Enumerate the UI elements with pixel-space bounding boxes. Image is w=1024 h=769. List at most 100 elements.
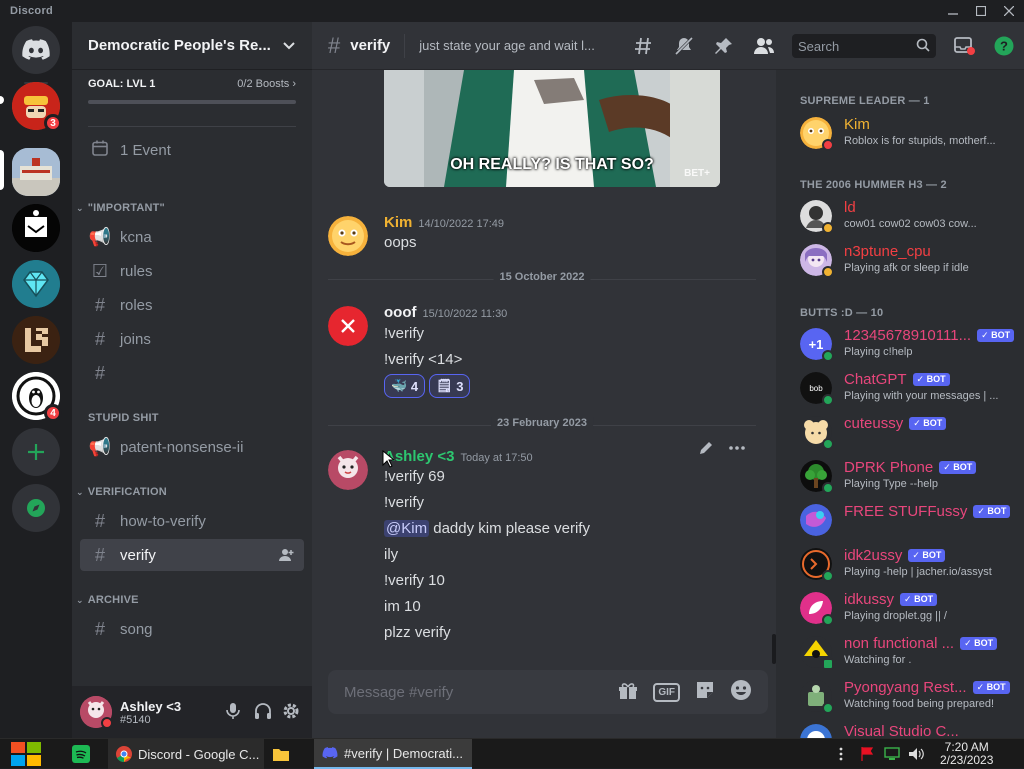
server-icon[interactable]: 3 xyxy=(12,82,62,132)
member-item[interactable]: bob ChatGPT ✓ BOT Playing with your messa… xyxy=(800,366,1020,410)
svg-text:bob: bob xyxy=(809,384,823,393)
chevron-down-icon: ⌄ xyxy=(76,595,84,605)
member-name: Visual Studio C... xyxy=(844,723,959,738)
channel-rules[interactable]: ☑ rules xyxy=(80,255,304,287)
pin-icon[interactable] xyxy=(712,34,736,58)
microphone-icon[interactable] xyxy=(224,702,242,723)
gif-embed[interactable]: OH REALLY? IS THAT SO? BET+ xyxy=(384,70,720,187)
avatar[interactable] xyxy=(328,306,368,346)
member-item[interactable]: FREE STUFFussy ✓ BOT xyxy=(800,498,1020,542)
bot-badge: ✓ BOT xyxy=(973,505,1011,518)
member-item[interactable]: idk2ussy ✓ BOT Playing -help | jacher.io/… xyxy=(800,542,1020,586)
message-timestamp: 15/10/2022 11:30 xyxy=(422,308,508,320)
channel-how-to-verify[interactable]: # how-to-verify xyxy=(80,505,304,537)
member-item[interactable]: idkussy ✓ BOT Playing droplet.gg || / xyxy=(800,586,1020,630)
message-author[interactable]: ooof xyxy=(384,304,416,321)
minimize-icon[interactable] xyxy=(944,3,962,19)
member-group-title: THE 2006 HUMMER H3 — 2 xyxy=(800,179,947,191)
member-item[interactable]: n3ptune_cpu Playing afk or sleep if idle xyxy=(800,238,1020,282)
member-list-icon[interactable] xyxy=(752,34,776,58)
svg-text:?: ? xyxy=(1000,39,1008,54)
boost-goal[interactable]: GOAL: LVL 1 0/2 Boosts › xyxy=(72,70,312,112)
help-icon[interactable]: ? xyxy=(992,34,1016,58)
hashtag-icon: # xyxy=(94,544,105,565)
category-verification[interactable]: ⌄ VERIFICATION xyxy=(76,486,167,498)
emoji-icon[interactable] xyxy=(730,679,752,705)
clock[interactable]: 7:20 AM 2/23/2023 xyxy=(940,739,993,769)
overflow-dots-icon[interactable] xyxy=(838,739,844,769)
channel-song[interactable]: # song xyxy=(80,613,304,645)
reaction-notepad[interactable]: 🗒 3 xyxy=(429,374,471,398)
reaction-whale[interactable]: 🐳 4 xyxy=(384,374,426,398)
events-button[interactable]: 1 Event xyxy=(80,134,304,166)
chrome-taskbar-button[interactable]: Discord - Google C... xyxy=(108,739,264,769)
channel-verify[interactable]: # verify xyxy=(80,539,304,571)
threads-icon[interactable] xyxy=(632,34,656,58)
member-item[interactable]: ld cow01 cow02 cow03 cow... xyxy=(800,194,1020,238)
member-name: Pyongyang Rest... xyxy=(844,679,967,696)
edit-pencil-icon[interactable] xyxy=(698,440,714,459)
member-item[interactable]: Kim Roblox is for stupids, motherf... xyxy=(800,111,1020,155)
channel-roles[interactable]: # roles xyxy=(80,289,304,321)
invite-member-icon[interactable] xyxy=(278,547,294,567)
message-author[interactable]: Kim xyxy=(384,214,412,231)
category-archive[interactable]: ⌄ ARCHIVE xyxy=(76,594,139,606)
more-options-icon[interactable] xyxy=(728,440,746,459)
channel-name: verify xyxy=(350,37,391,54)
gif-button[interactable]: GIF xyxy=(653,682,680,702)
member-activity: Watching for . xyxy=(844,654,912,666)
message-author[interactable]: Ashley <3 xyxy=(384,448,454,465)
server-icon[interactable]: 4 xyxy=(12,372,62,422)
server-icon[interactable] xyxy=(12,316,60,364)
home-button[interactable] xyxy=(12,26,60,74)
add-server-button[interactable] xyxy=(12,428,60,476)
file-explorer-button[interactable] xyxy=(272,739,290,769)
avatar[interactable] xyxy=(328,450,368,490)
avatar[interactable] xyxy=(80,696,113,729)
close-icon[interactable] xyxy=(1000,3,1018,19)
start-button[interactable] xyxy=(10,739,42,769)
whale-icon: 🐳 xyxy=(391,378,408,393)
member-item[interactable]: DPRK Phone ✓ BOT Playing Type --help xyxy=(800,454,1020,498)
guild-header[interactable]: Democratic People's Re... xyxy=(72,22,312,70)
channel-topic[interactable]: just state your age and wait l... xyxy=(419,38,609,53)
server-icon[interactable] xyxy=(12,204,60,252)
goal-label: GOAL: LVL 1 xyxy=(88,78,156,90)
user-mention[interactable]: @Kim xyxy=(384,520,430,537)
avatar[interactable] xyxy=(328,216,368,256)
channel-joins[interactable]: # joins xyxy=(80,323,304,355)
member-item[interactable]: Visual Studio C... xyxy=(800,718,1020,738)
spotify-taskbar-button[interactable] xyxy=(72,739,90,769)
network-icon[interactable] xyxy=(884,739,900,769)
search-input[interactable]: Search xyxy=(792,34,936,58)
server-icon[interactable] xyxy=(12,260,60,308)
volume-icon[interactable] xyxy=(908,739,924,769)
category-stupid-shit[interactable]: STUPID SHIT xyxy=(76,412,159,424)
channel-unnamed[interactable]: # xyxy=(80,357,304,389)
channel-patent-nonsense-ii[interactable]: 📢 patent-nonsense-ii xyxy=(80,431,304,463)
member-item[interactable]: +1 12345678910111... ✓ BOT Playing c!help xyxy=(800,322,1020,366)
member-item[interactable]: non functional ... ✓ BOT Watching for . xyxy=(800,630,1020,674)
member-name: 12345678910111... xyxy=(844,327,972,344)
gift-icon[interactable] xyxy=(617,679,639,705)
category-important[interactable]: ⌄ "IMPORTANT" xyxy=(76,202,165,214)
maximize-icon[interactable] xyxy=(972,3,990,19)
server-icon-active[interactable] xyxy=(12,148,60,196)
inbox-icon[interactable] xyxy=(952,34,976,58)
online-status-icon xyxy=(822,438,834,450)
mute-bell-icon[interactable] xyxy=(672,34,696,58)
username: Ashley <3 xyxy=(120,698,182,714)
hashtag-icon: # xyxy=(94,362,105,383)
channel-kcna[interactable]: 📢 kcna xyxy=(80,221,304,253)
discord-taskbar-button[interactable]: #verify | Democrati... xyxy=(314,739,472,769)
explore-servers-button[interactable] xyxy=(12,484,60,532)
sticker-icon[interactable] xyxy=(694,679,716,705)
channel-sidebar: Democratic People's Re... GOAL: LVL 1 0/… xyxy=(72,22,312,738)
settings-gear-icon[interactable] xyxy=(282,702,300,723)
message-input[interactable]: Message #verify GIF xyxy=(328,670,768,714)
flag-icon[interactable] xyxy=(860,739,874,769)
mobile-status-icon xyxy=(822,658,834,670)
member-item[interactable]: Pyongyang Rest... ✓ BOT Watching food bei… xyxy=(800,674,1020,718)
member-item[interactable]: cuteussy ✓ BOT xyxy=(800,410,1020,454)
headphones-icon[interactable] xyxy=(254,702,272,723)
